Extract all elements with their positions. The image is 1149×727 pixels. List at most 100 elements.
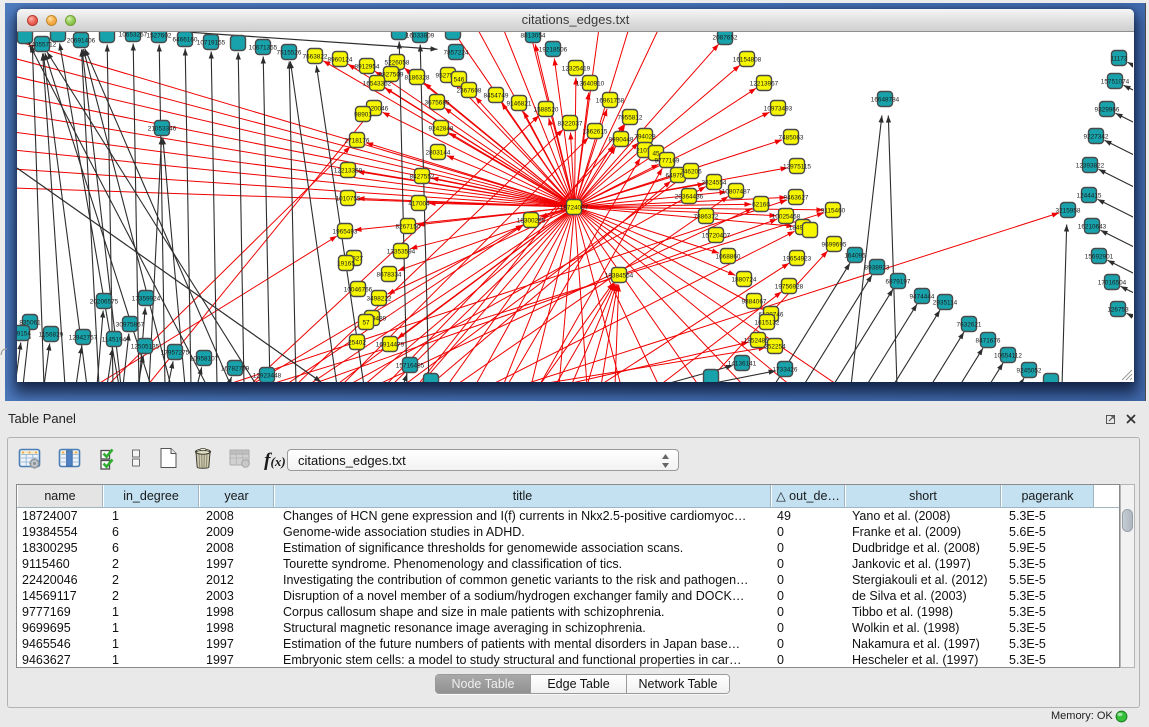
svg-text:17359924: 17359924 — [132, 295, 161, 302]
svg-text:1362615: 1362615 — [583, 128, 608, 135]
svg-text:7886372: 7886372 — [694, 213, 719, 220]
svg-text:20364436: 20364436 — [675, 193, 704, 200]
svg-text:7515526: 7515526 — [277, 49, 302, 56]
svg-text:30975867: 30975867 — [116, 321, 145, 328]
svg-text:12942757: 12942757 — [69, 334, 98, 341]
svg-text:9245052: 9245052 — [1017, 367, 1042, 374]
svg-text:9777169: 9777169 — [655, 157, 680, 164]
svg-text:9242848: 9242848 — [429, 125, 454, 132]
svg-text:7632621: 7632621 — [957, 321, 982, 328]
svg-text:10807487: 10807487 — [722, 188, 751, 195]
svg-text:98901: 98901 — [354, 111, 372, 118]
svg-text:8912954: 8912954 — [355, 63, 380, 70]
svg-text:2087652: 2087652 — [713, 34, 738, 41]
svg-text:8427552: 8427552 — [410, 173, 435, 180]
svg-text:16914479: 16914479 — [376, 341, 405, 348]
svg-text:3675685: 3675685 — [425, 99, 450, 106]
svg-text:8186328: 8186328 — [405, 74, 430, 81]
svg-text:1244415: 1244415 — [1077, 192, 1102, 199]
svg-text:12213967: 12213967 — [750, 80, 779, 87]
svg-text:1965493: 1965493 — [333, 228, 358, 235]
svg-text:8471676: 8471676 — [976, 337, 1001, 344]
svg-text:1010755: 1010755 — [336, 195, 361, 202]
svg-text:9329966: 9329966 — [1095, 106, 1120, 113]
svg-text:19165: 19165 — [337, 260, 355, 267]
svg-text:16543362: 16543362 — [363, 80, 392, 87]
svg-text:164095: 164095 — [844, 252, 866, 259]
svg-text:21053346: 21053346 — [148, 125, 177, 132]
svg-text:417004: 417004 — [408, 200, 430, 207]
svg-text:15692901: 15692901 — [1085, 253, 1114, 260]
svg-text:5226058: 5226058 — [385, 59, 410, 66]
svg-text:3498222: 3498222 — [367, 295, 392, 302]
svg-text:8678334: 8678334 — [377, 271, 402, 278]
svg-text:8990448: 8990448 — [609, 136, 634, 143]
svg-text:1615132: 1615132 — [755, 319, 780, 326]
svg-text:10973493: 10973493 — [764, 105, 793, 112]
svg-text:13640910: 13640910 — [576, 80, 605, 87]
svg-text:62160: 62160 — [752, 201, 770, 208]
svg-text:7485063: 7485063 — [779, 134, 804, 141]
svg-text:9699695: 9699695 — [822, 241, 847, 248]
svg-text:19384554: 19384554 — [605, 272, 634, 279]
svg-text:1145194: 1145194 — [102, 336, 127, 343]
svg-text:1527602: 1527602 — [147, 32, 172, 39]
svg-text:7857224: 7857224 — [444, 49, 469, 56]
svg-text:9146821: 9146821 — [507, 100, 532, 107]
svg-text:1588520: 1588520 — [534, 106, 559, 113]
svg-text:7955812: 7955812 — [618, 114, 643, 121]
svg-text:10025458: 10025458 — [772, 213, 801, 220]
svg-text:17957275: 17957275 — [161, 349, 190, 356]
svg-text:2803144: 2803144 — [426, 149, 451, 156]
svg-text:1068860: 1068860 — [716, 253, 741, 260]
svg-text:252254: 252254 — [764, 343, 786, 350]
svg-text:2367608: 2367608 — [457, 87, 482, 94]
svg-text:6466160: 6466160 — [173, 36, 198, 43]
svg-text:12213369: 12213369 — [334, 167, 363, 174]
svg-text:9463627: 9463627 — [784, 194, 809, 201]
svg-text:39154: 39154 — [17, 330, 31, 337]
svg-text:16648784: 16648784 — [871, 96, 900, 103]
svg-text:15716485: 15716485 — [396, 362, 425, 369]
svg-text:15720407: 15720407 — [702, 232, 731, 239]
svg-text:10671355: 10671355 — [249, 44, 278, 51]
svg-text:19654923: 19654923 — [783, 255, 812, 262]
svg-text:12393822: 12393822 — [1076, 162, 1105, 169]
svg-text:9474444: 9474444 — [910, 293, 935, 300]
svg-text:10046766: 10046766 — [344, 286, 373, 293]
svg-text:16033809: 16033809 — [406, 32, 435, 39]
svg-text:2718176: 2718176 — [345, 137, 370, 144]
svg-text:20691406: 20691406 — [67, 37, 96, 44]
svg-text:20206575: 20206575 — [90, 298, 119, 305]
svg-text:19756928: 19756928 — [775, 283, 804, 290]
svg-text:126753: 126753 — [1107, 306, 1129, 313]
svg-text:9227342: 9227342 — [1084, 133, 1109, 140]
svg-text:14055712: 14055712 — [28, 41, 57, 48]
svg-text:1880724: 1880724 — [732, 276, 757, 283]
svg-text:14136141: 14136141 — [728, 360, 757, 367]
svg-text:1733426: 1733426 — [773, 366, 798, 373]
svg-text:12975115: 12975115 — [783, 163, 811, 170]
svg-text:13353594: 13353594 — [387, 248, 416, 255]
svg-text:10654112: 10654112 — [994, 352, 1022, 359]
svg-text:7663822: 7663822 — [303, 53, 328, 60]
svg-text:9115460: 9115460 — [821, 207, 846, 214]
svg-text:12505135: 12505135 — [131, 343, 160, 350]
svg-text:16210643: 16210643 — [1078, 223, 1107, 230]
svg-text:16961758: 16961758 — [596, 97, 625, 104]
svg-text:10958107: 10958107 — [190, 355, 219, 362]
svg-text:8454749: 8454749 — [484, 92, 509, 99]
svg-text:8322037: 8322037 — [558, 120, 583, 127]
svg-text:18300295: 18300295 — [517, 217, 546, 224]
svg-text:16154808: 16154808 — [733, 56, 762, 63]
svg-text:18724007: 18724007 — [560, 204, 589, 211]
svg-text:15751074: 15751074 — [1101, 78, 1130, 85]
svg-text:794028: 794028 — [634, 133, 656, 140]
svg-text:3215958: 3215958 — [1056, 207, 1081, 214]
svg-text:3824554: 3824554 — [702, 179, 727, 186]
svg-text:11173: 11173 — [1111, 55, 1128, 62]
svg-text:10653267: 10653267 — [119, 32, 148, 38]
svg-text:6879197: 6879197 — [886, 278, 911, 285]
svg-text:12325419: 12325419 — [562, 65, 591, 72]
svg-text:17016504: 17016504 — [1098, 279, 1127, 286]
